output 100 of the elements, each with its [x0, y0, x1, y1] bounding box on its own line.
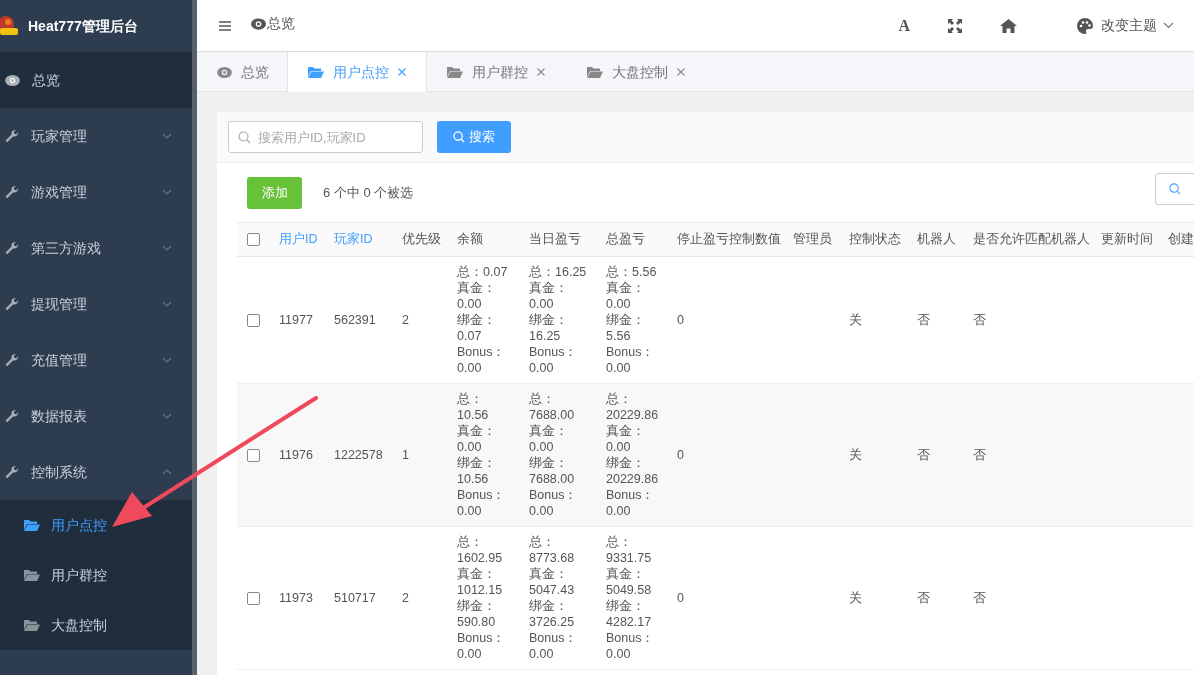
table-cell: 20229.86 [606, 407, 659, 423]
table-cell: 0.00 [529, 360, 554, 376]
table-cell: 4282.17 [606, 614, 652, 630]
table-cell: 真金： [606, 566, 645, 582]
submenu-item[interactable]: 大盘控制 [24, 614, 107, 636]
sidebar-item[interactable]: 总览 [0, 52, 192, 108]
table-cell: 否 [973, 312, 986, 327]
table-cell: 0.00 [529, 439, 554, 455]
table-cell: Bonus： [529, 487, 578, 503]
table-cell: 绑金： [529, 455, 568, 471]
table-cell: 关 [849, 312, 862, 327]
font-size-icon[interactable]: A [898, 13, 910, 38]
wrench-icon [5, 297, 19, 311]
breadcrumb[interactable]: 总览 [267, 13, 295, 34]
table-cell: 总： [457, 534, 483, 550]
table-cell: 1222578 [334, 447, 383, 462]
folder-icon [587, 66, 603, 78]
table-cell: 绑金： [529, 312, 568, 328]
checkbox[interactable] [247, 448, 260, 462]
tab[interactable]: 大盘控制 [567, 52, 700, 92]
column-header: 停止盈亏控制数值 [677, 232, 781, 247]
table-cell: 0.00 [529, 646, 554, 662]
table-cell: 0.00 [606, 439, 631, 455]
submenu-item[interactable]: 用户群控 [24, 564, 107, 586]
table-cell: Bonus： [606, 487, 655, 503]
table-cell: 5047.43 [529, 582, 575, 598]
table-cell: 绑金： [457, 598, 496, 614]
close-icon[interactable] [537, 68, 545, 76]
wrench-icon [5, 465, 19, 479]
table-cell: 真金： [529, 280, 568, 296]
table-cell: 真金： [606, 280, 645, 296]
home-icon[interactable] [1000, 18, 1017, 33]
table-cell: 总：5.56 [606, 264, 657, 280]
eye-icon [5, 74, 20, 86]
menu-icon[interactable] [219, 19, 231, 32]
table-cell: 绑金： [529, 598, 568, 614]
table-cell: 9331.75 [606, 550, 652, 566]
table-cell: Bonus： [457, 487, 506, 503]
table-cell: 真金： [457, 566, 496, 582]
wrench-icon [5, 129, 19, 143]
table-cell: 1012.15 [457, 582, 503, 598]
table-cell: 否 [917, 590, 930, 605]
table-cell: 0.00 [457, 296, 482, 312]
table-cell: Bonus： [606, 630, 655, 646]
table-cell: 0.00 [457, 646, 482, 662]
table-cell: 关 [849, 590, 862, 605]
search-icon [238, 131, 251, 144]
folder-icon [24, 619, 40, 631]
tab[interactable]: 用户群控 [427, 52, 567, 92]
table-cell: 绑金： [606, 455, 645, 471]
table-cell: 总： [529, 391, 555, 407]
checkbox[interactable] [247, 591, 260, 605]
checkbox[interactable] [247, 313, 260, 327]
tab[interactable]: 总览 [197, 52, 287, 92]
close-icon[interactable] [677, 68, 685, 76]
checkbox[interactable] [247, 233, 260, 247]
table-cell: 7688.00 [529, 471, 575, 487]
table-cell: 3726.25 [529, 614, 575, 630]
table-cell: 16.25 [529, 328, 561, 344]
table-cell: 0.00 [606, 646, 631, 662]
table-cell: 0 [677, 312, 684, 327]
table-cell: 关 [849, 447, 862, 462]
table-cell: 1602.95 [457, 550, 503, 566]
chevron-down-icon[interactable] [1163, 22, 1174, 29]
column-header: 余额 [457, 232, 483, 247]
palette-icon[interactable] [1077, 17, 1093, 34]
folder-icon [308, 66, 324, 78]
logo-icon [0, 14, 20, 38]
table-cell: 否 [973, 447, 986, 462]
table-cell: 0 [677, 590, 684, 605]
fullscreen-icon[interactable] [948, 18, 962, 33]
table-cell: 真金： [529, 423, 568, 439]
column-header: 是否允许匹配机器人 [973, 232, 1090, 247]
wrench-icon [5, 185, 19, 199]
theme-menu[interactable]: 改变主题 [1101, 15, 1157, 36]
table-cell: 10.56 [457, 407, 489, 423]
table-cell: Bonus： [457, 344, 506, 360]
table-cell: 0 [677, 447, 684, 462]
table-cell: Bonus： [457, 630, 506, 646]
search-icon [1169, 183, 1181, 195]
column-header: 优先级 [402, 232, 441, 247]
submenu-item[interactable]: 用户点控 [24, 514, 107, 536]
table-cell: Bonus： [529, 630, 578, 646]
column-header: 机器人 [917, 232, 956, 247]
table-cell: 否 [917, 312, 930, 327]
table-cell: 0.00 [529, 503, 554, 519]
table-cell: 绑金： [606, 312, 645, 328]
table-cell: 2 [402, 312, 409, 327]
table-cell: 总：16.25 [529, 264, 587, 280]
table-cell: 绑金： [457, 312, 496, 328]
search-field[interactable]: 搜索用户ID,玩家ID [228, 121, 423, 153]
table-cell: 0.00 [457, 360, 482, 376]
close-icon[interactable] [398, 68, 406, 76]
column-header: 管理员 [793, 232, 832, 247]
table-cell: 总： [457, 391, 483, 407]
column-header: 控制状态 [849, 232, 901, 247]
table-cell: 绑金： [606, 598, 645, 614]
table-cell: Bonus： [606, 344, 655, 360]
table-cell: 0.00 [606, 503, 631, 519]
table-cell: 总： [529, 534, 555, 550]
